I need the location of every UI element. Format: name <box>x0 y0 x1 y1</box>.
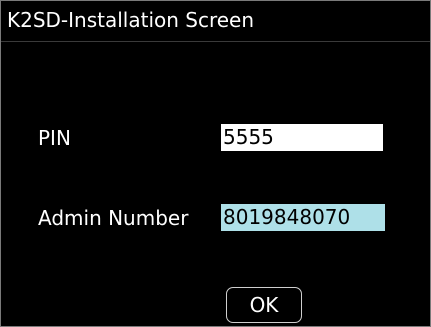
admin-number-input[interactable] <box>221 204 385 231</box>
installation-window: K2SD-Installation Screen PIN Admin Numbe… <box>0 0 431 327</box>
admin-number-label: Admin Number <box>38 206 189 230</box>
title-bar: K2SD-Installation Screen <box>1 1 430 42</box>
pin-input[interactable] <box>221 124 383 151</box>
window-title: K2SD-Installation Screen <box>7 8 255 32</box>
ok-button[interactable]: OK <box>226 287 302 323</box>
pin-label: PIN <box>38 126 71 150</box>
